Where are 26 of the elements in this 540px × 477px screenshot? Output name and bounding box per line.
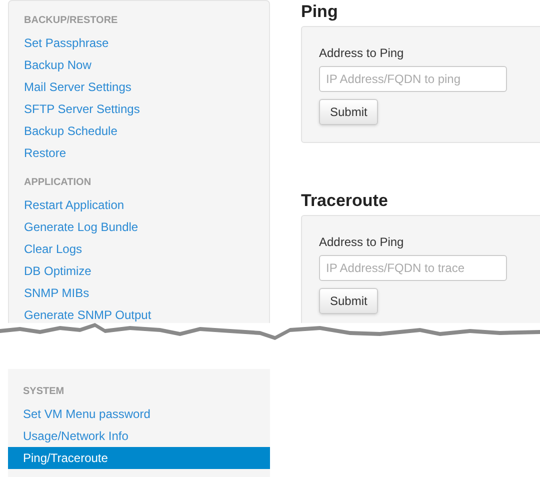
section-heading: SYSTEM [22, 385, 66, 399]
sidebar-item[interactable]: SNMP MIBs [9, 282, 269, 304]
sidebar-item[interactable]: Backup Now [9, 54, 269, 76]
address-field[interactable]: IP Address/FQDN to trace [319, 255, 507, 281]
field-label: Address to Ping [319, 45, 404, 62]
sidebar-item[interactable]: Generate Log Bundle [9, 216, 269, 238]
sidebar-item[interactable]: Backup Schedule [9, 120, 269, 142]
section-heading: BACKUP/RESTORE [23, 14, 119, 28]
section-heading: APPLICATION [23, 176, 92, 190]
sidebar-item[interactable]: Mail Server Settings [9, 76, 269, 98]
sidebar-item[interactable]: SFTP Server Settings [9, 98, 269, 120]
sidebar-item[interactable]: Ping/Traceroute [8, 447, 270, 469]
submit-button[interactable]: Submit [319, 288, 378, 314]
address-field[interactable]: IP Address/FQDN to ping [319, 66, 507, 92]
sidebar-item[interactable]: Set Passphrase [9, 32, 269, 54]
sidebar-item[interactable]: Clear Logs [9, 238, 269, 260]
sidebar-item[interactable]: Restart Application [9, 194, 269, 216]
section-title: Traceroute [301, 190, 389, 212]
sidebar-item[interactable]: Set VM Menu password [8, 403, 270, 425]
sidebar-item[interactable]: Restore [9, 142, 269, 164]
sidebar-item[interactable]: Usage/Network Info [8, 425, 270, 447]
sidebar-item[interactable]: DB Optimize [9, 260, 269, 282]
field-label: Address to Ping [319, 234, 404, 251]
submit-button[interactable]: Submit [319, 99, 378, 125]
sidebar-item[interactable]: Generate SNMP Output [9, 304, 269, 323]
section-title: Ping [301, 1, 339, 23]
